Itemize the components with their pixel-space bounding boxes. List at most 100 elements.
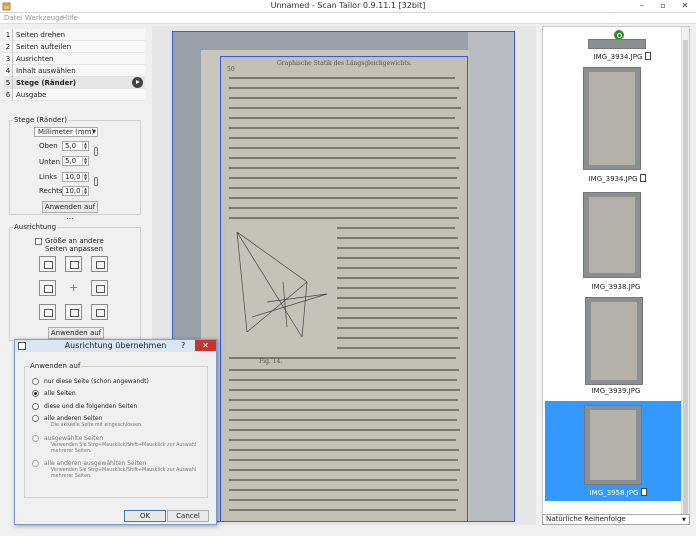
- text-line: [229, 369, 459, 371]
- content-box[interactable]: 50 Graphische Statik des Längsgleichgewi…: [220, 56, 468, 521]
- radio-all-other-pages[interactable]: [32, 415, 39, 422]
- page-header: Graphische Statik des Längsgleichgewicht…: [277, 60, 412, 67]
- stage-6[interactable]: 6 Ausgabe: [4, 89, 145, 101]
- window-title: Unnamed - Scan Tailor 0.9.11.1 [32bit]: [270, 1, 426, 10]
- ok-button[interactable]: OK: [124, 510, 166, 522]
- left-margin-value: 10,0: [65, 173, 81, 181]
- chevron-down-icon: ▼: [92, 129, 96, 135]
- spin-arrows-icon[interactable]: ▲ ▼: [82, 187, 88, 195]
- dialog-title-bar: Ausrichtung übernehmen ? ✕: [15, 340, 216, 352]
- text-line: [229, 469, 460, 471]
- spin-arrows-icon[interactable]: ▲ ▼: [82, 142, 88, 150]
- option-hint: Die aktuelle Seite mit eingeschlossen.: [51, 423, 143, 428]
- text-line: [229, 419, 457, 421]
- thumbnail-label[interactable]: IMG_3939.JPG: [571, 387, 661, 395]
- title-bar: Unnamed - Scan Tailor 0.9.11.1 [32bit] –…: [0, 0, 696, 13]
- align-top-left-button[interactable]: [39, 256, 56, 272]
- left-margin-input[interactable]: 10,0 ▲ ▼: [62, 172, 89, 182]
- stage-1[interactable]: 1 Seiten drehen: [4, 29, 145, 41]
- unit-select[interactable]: Millimeter (mm) ▼: [34, 127, 98, 137]
- alignment-group: Ausrichtung Größe an andere Seiten anpas…: [9, 223, 141, 347]
- stage-label: Stege (Ränder): [16, 79, 77, 87]
- text-line: [229, 217, 459, 219]
- facing-page: [468, 32, 514, 521]
- align-center-icon[interactable]: [65, 280, 82, 296]
- option-label: alle Seiten: [44, 390, 76, 397]
- right-margin-input[interactable]: 10,0 ▲ ▼: [62, 186, 89, 196]
- maximize-button[interactable]: ▫: [653, 0, 673, 12]
- thumbnail-scrollbar[interactable]: [681, 27, 689, 515]
- radio-selected-pages[interactable]: [32, 435, 39, 442]
- alignment-apply-button[interactable]: Anwenden auf ...: [48, 327, 104, 347]
- minimize-button[interactable]: –: [632, 0, 652, 12]
- align-middle-left-button[interactable]: [39, 280, 56, 296]
- align-top-right-button[interactable]: [91, 256, 108, 272]
- stage-2[interactable]: 2 Seiten aufteilen: [4, 41, 145, 53]
- menu-bar: Datei Werkzeuge Hilfe: [0, 13, 696, 24]
- stage-number: 4: [4, 65, 13, 77]
- bottom-margin-label: Unten: [39, 158, 61, 166]
- close-button[interactable]: ✕: [675, 0, 695, 12]
- stage-list: 1 Seiten drehen 2 Seiten aufteilen 3 Ausric…: [4, 29, 145, 101]
- help-button[interactable]: ?: [181, 341, 185, 350]
- margins-apply-button[interactable]: Anwenden auf ...: [42, 201, 98, 221]
- thumbnail-image[interactable]: [583, 192, 641, 278]
- bottom-margin-input[interactable]: 5,0 ▲ ▼: [62, 156, 89, 166]
- text-line: [229, 187, 460, 189]
- top-margin-input[interactable]: 5,0 ▲ ▼: [62, 141, 89, 151]
- menu-hilfe[interactable]: Hilfe: [62, 14, 78, 22]
- radio-this-and-following[interactable]: [32, 403, 39, 410]
- align-bottom-left-button[interactable]: [39, 304, 56, 320]
- align-bottom-right-button[interactable]: [91, 304, 108, 320]
- text-line: [229, 117, 455, 119]
- thumbnail-panel[interactable]: IMG_3934.JPG IMG_3934.JPG IMG_3938.JPG I…: [542, 26, 690, 516]
- thumbnail-label[interactable]: IMG_3938.JPG: [571, 283, 661, 291]
- sort-order-select[interactable]: Natürliche Reihenfolge ▼: [542, 514, 690, 525]
- align-bottom-center-button[interactable]: [65, 304, 82, 320]
- menu-werkzeuge[interactable]: Werkzeuge: [25, 14, 64, 22]
- match-size-checkbox[interactable]: [35, 238, 42, 245]
- stage-label: Seiten aufteilen: [16, 43, 72, 51]
- text-line: [229, 439, 456, 441]
- radio-this-page-only[interactable]: [32, 378, 39, 385]
- chain-link-icon[interactable]: [94, 147, 98, 156]
- text-line: [229, 127, 459, 129]
- align-middle-right-button[interactable]: [91, 280, 108, 296]
- dialog-close-button[interactable]: ✕: [195, 340, 216, 351]
- thumbnail-image[interactable]: [583, 67, 641, 170]
- thumbnail-page: [590, 410, 636, 480]
- bottom-margin-value: 5,0: [65, 157, 77, 165]
- option-label: alle anderen ausgewählten Seiten: [44, 460, 147, 467]
- dialog-title: Ausrichtung übernehmen: [64, 341, 167, 350]
- scanned-page-image[interactable]: 50 Graphische Statik des Längsgleichgewi…: [172, 31, 515, 522]
- stage-5[interactable]: 5 Stege (Ränder): [4, 77, 145, 89]
- align-top-center-button[interactable]: [65, 256, 82, 272]
- play-icon[interactable]: [132, 77, 143, 88]
- top-margin-label: Oben: [39, 142, 58, 150]
- scrollbar-thumb[interactable]: [683, 40, 688, 514]
- stage-3[interactable]: 3 Ausrichten: [4, 53, 145, 65]
- radio-all-pages[interactable]: [32, 390, 39, 397]
- spin-arrows-icon[interactable]: ▲ ▼: [82, 173, 88, 181]
- stage-number: 1: [4, 29, 13, 41]
- text-line: [229, 177, 457, 179]
- cancel-button[interactable]: Cancel: [167, 510, 209, 522]
- spin-arrows-icon[interactable]: ▲ ▼: [82, 157, 88, 165]
- stage-number: 2: [4, 41, 13, 53]
- stage-label: Ausrichten: [16, 55, 54, 63]
- thumbnail-page: [589, 197, 635, 273]
- text-line: [229, 167, 459, 169]
- menu-datei[interactable]: Datei: [4, 14, 23, 22]
- chain-link-icon[interactable]: [94, 177, 98, 186]
- thumbnail-image[interactable]: [585, 297, 643, 385]
- stage-4[interactable]: 4 Inhalt auswählen: [4, 65, 145, 77]
- right-margin-value: 10,0: [65, 187, 81, 195]
- option-label: alle anderen Seiten: [44, 415, 103, 422]
- thumbnail-page: [591, 302, 637, 380]
- text-line: [229, 157, 456, 159]
- radio-all-other-selected[interactable]: [32, 460, 39, 467]
- text-line: [229, 137, 458, 139]
- thumbnail-image[interactable]: [584, 405, 642, 485]
- stage-number: 5: [4, 77, 13, 89]
- thumbnail-image[interactable]: [588, 39, 646, 49]
